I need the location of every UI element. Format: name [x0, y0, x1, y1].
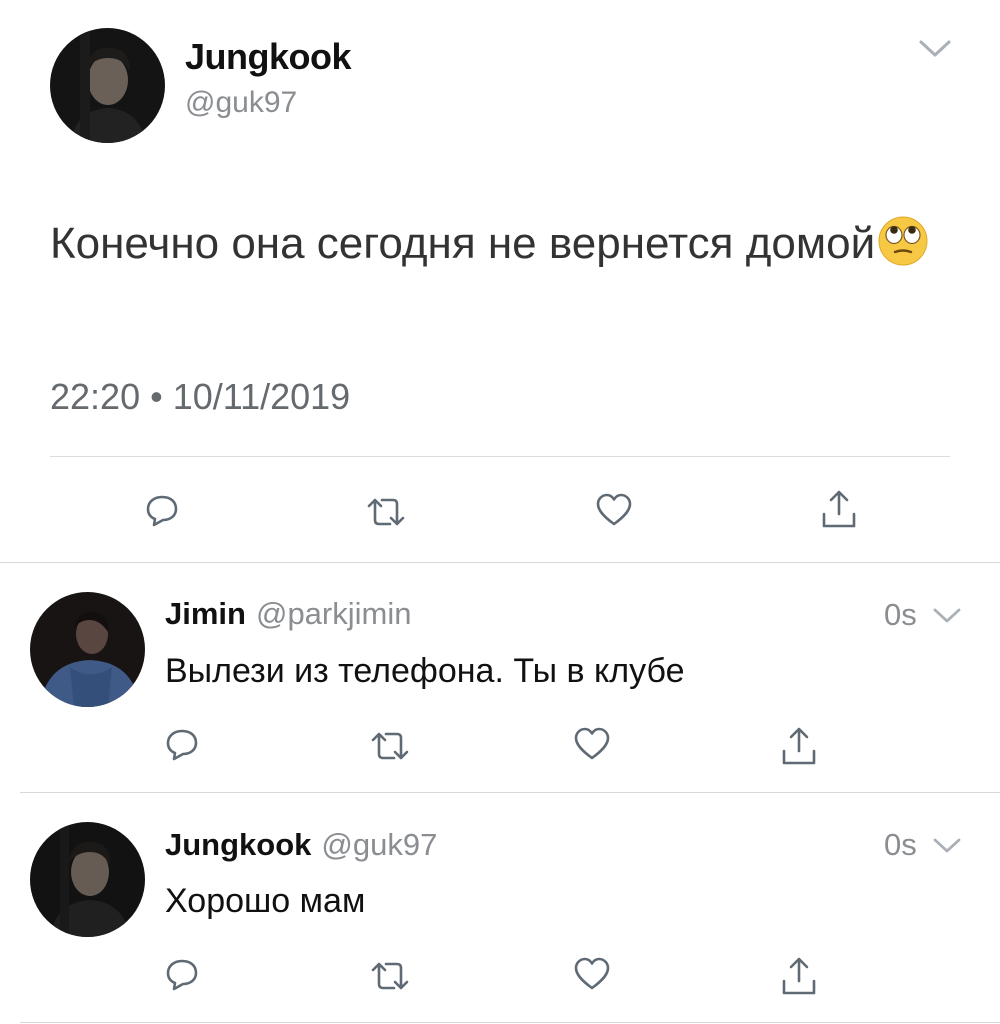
retweet-icon — [367, 498, 405, 526]
retweet-icon — [371, 732, 409, 760]
chevron-down-icon[interactable] — [932, 606, 962, 626]
share-icon — [822, 490, 856, 528]
reply-author-name[interactable]: Jungkook — [165, 827, 311, 863]
reply-time: 0s — [884, 827, 917, 862]
reply-button[interactable] — [140, 488, 184, 532]
retweet-button[interactable] — [366, 724, 414, 768]
share-icon — [782, 957, 816, 995]
tweet-text: Конечно она сегодня не вернется домой — [50, 214, 930, 274]
reply-time: 0s — [884, 597, 917, 632]
author-name[interactable]: Jungkook — [185, 36, 352, 78]
like-button[interactable] — [570, 722, 614, 766]
retweet-icon — [371, 962, 409, 990]
reply-avatar[interactable] — [30, 592, 145, 707]
section-divider — [0, 562, 1000, 563]
reply-author-handle[interactable]: @parkjimin — [256, 596, 412, 632]
share-button[interactable] — [776, 952, 822, 1000]
reply-avatar[interactable] — [30, 822, 145, 937]
author-avatar[interactable] — [50, 28, 165, 143]
reply-icon — [166, 959, 198, 991]
reply-divider — [20, 1022, 1000, 1023]
reply-header: Jungkook @guk97 — [165, 827, 437, 863]
reply-text: Вылези из телефона. Ты в клубе — [165, 652, 685, 690]
retweet-button[interactable] — [366, 954, 414, 998]
tweet-text-body: Конечно она сегодня не вернется домой — [50, 219, 876, 268]
reply-icon — [166, 729, 198, 761]
like-button[interactable] — [570, 952, 614, 996]
share-button[interactable] — [776, 722, 822, 770]
rolling-eyes-emoji-icon — [877, 215, 929, 267]
reply-header: Jimin @parkjimin — [165, 596, 411, 632]
share-icon — [782, 727, 816, 765]
retweet-button[interactable] — [362, 490, 410, 534]
author-handle[interactable]: @guk97 — [185, 86, 297, 120]
divider — [50, 456, 950, 457]
reply-text: Хорошо мам — [165, 882, 366, 920]
reply-author-name[interactable]: Jimin — [165, 596, 246, 632]
reply-author-handle[interactable]: @guk97 — [321, 827, 437, 863]
chevron-down-icon[interactable] — [918, 38, 952, 60]
chevron-down-icon[interactable] — [932, 836, 962, 856]
reply-button[interactable] — [160, 952, 204, 996]
reply-divider — [20, 792, 1000, 793]
heart-icon — [574, 957, 610, 990]
heart-icon — [596, 493, 632, 526]
reply-button[interactable] — [160, 722, 204, 766]
like-button[interactable] — [592, 488, 636, 532]
reply-icon — [146, 495, 178, 527]
share-button[interactable] — [816, 486, 862, 532]
heart-icon — [574, 727, 610, 760]
tweet-timestamp: 22:20 • 10/11/2019 — [50, 376, 351, 417]
